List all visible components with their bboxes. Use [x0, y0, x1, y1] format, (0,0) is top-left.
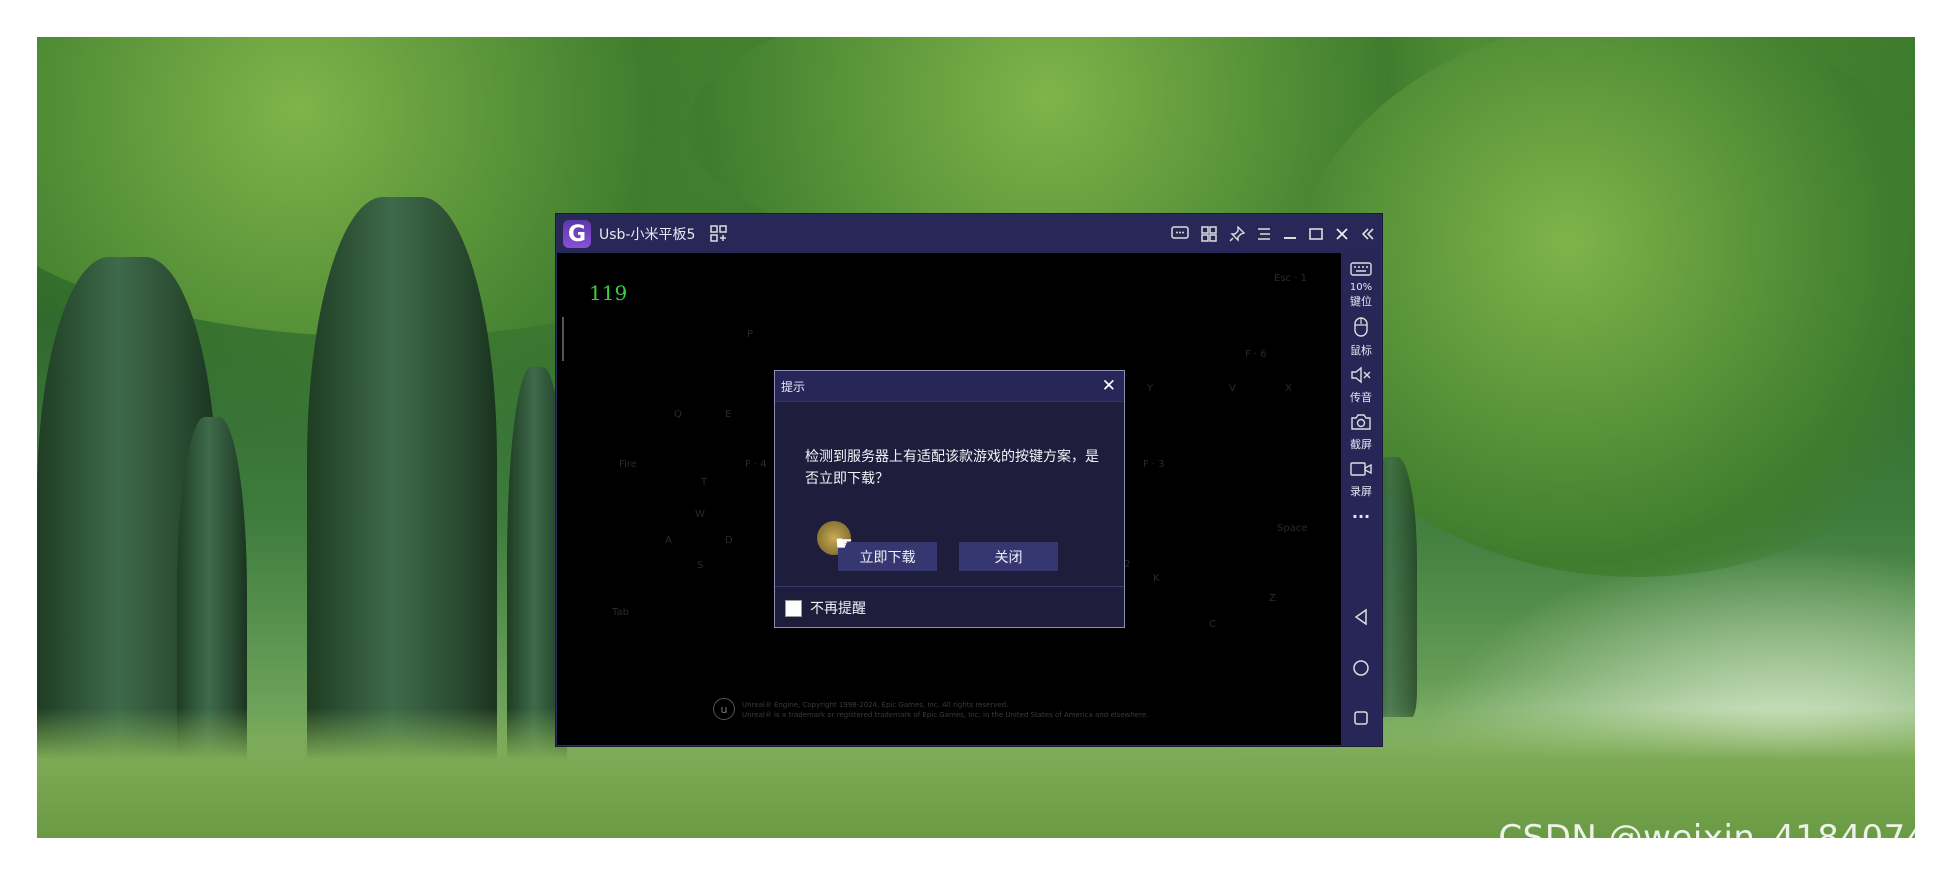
key-hint: K [1153, 573, 1160, 584]
nav-back-button[interactable] [1353, 608, 1369, 631]
key-hint: V [1229, 383, 1236, 394]
key-hint: D [725, 535, 733, 546]
key-hint: X [1285, 383, 1292, 394]
copyright-text: Unreal® Engine, Copyright 1998-2024, Epi… [742, 700, 1148, 720]
mouse-button[interactable]: 鼠标 [1350, 317, 1372, 358]
maximize-icon[interactable] [1309, 227, 1323, 241]
recents-icon [1353, 710, 1369, 731]
key-hint: E [725, 409, 732, 420]
dialog-close-icon[interactable]: ✕ [1102, 376, 1116, 396]
key-hint: Z [1269, 593, 1276, 604]
more-button[interactable]: ··· [1352, 507, 1370, 526]
copyright-line: Unreal® Engine, Copyright 1998-2024, Epi… [742, 701, 1009, 709]
home-icon [1352, 659, 1370, 682]
dont-remind-label: 不再提醒 [810, 601, 866, 617]
dont-remind-option[interactable]: 不再提醒 [785, 598, 866, 618]
nav-home-button[interactable] [1352, 659, 1370, 682]
more-icon: ··· [1351, 507, 1371, 526]
hand-cursor-icon: ☛ [835, 531, 853, 555]
key-hint: F · 4 [745, 459, 767, 470]
emulator-sidebar: 10% 键位 鼠标 传音 截屏 录屏 ··· [1341, 253, 1381, 745]
nav-recents-button[interactable] [1353, 710, 1369, 731]
back-icon [1353, 608, 1369, 631]
key-hint: Esc · 1 [1274, 273, 1307, 284]
unreal-engine-logo: u [713, 698, 735, 720]
sound-button[interactable]: 传音 [1350, 366, 1372, 405]
dialog-title: 提示 [781, 379, 806, 394]
collapse-icon[interactable] [1361, 227, 1375, 241]
grid-icon[interactable] [1201, 226, 1217, 242]
fps-counter: 119 [589, 281, 628, 305]
close-icon[interactable] [1335, 227, 1349, 241]
close-button[interactable]: 关闭 [959, 542, 1058, 571]
record-button[interactable]: 录屏 [1350, 460, 1372, 499]
window-title: Usb-小米平板5 [599, 227, 696, 243]
minimize-icon[interactable] [1283, 227, 1297, 241]
dialog-divider [775, 586, 1124, 587]
key-hint: Fire [619, 459, 637, 470]
chat-icon[interactable] [1171, 226, 1189, 242]
multi-window-icon[interactable] [709, 224, 729, 244]
mouse-label: 鼠标 [1350, 344, 1372, 357]
mouse-icon [1353, 317, 1369, 342]
window-titlebar[interactable]: G Usb-小米平板5 [557, 215, 1381, 253]
key-hint: W [695, 509, 705, 520]
key-hint: Y [1147, 383, 1154, 394]
key-hint: S [697, 560, 704, 571]
key-hint: C [1209, 619, 1216, 630]
key-hint: Tab [612, 607, 629, 618]
keymap-percent: 10% [1349, 282, 1373, 293]
dont-remind-checkbox[interactable] [785, 599, 802, 617]
copyright-line: Unreal® is a trademark or registered tra… [742, 711, 1149, 719]
dialog-titlebar: 提示 ✕ [775, 371, 1124, 402]
sound-label: 传音 [1350, 391, 1372, 404]
keymap-button[interactable]: 10% 键位 [1350, 261, 1372, 309]
screenshot-button[interactable]: 截屏 [1350, 413, 1372, 452]
screenshot-label: 截屏 [1350, 438, 1372, 451]
dialog-message: 检测到服务器上有适配该款游戏的按键方案，是否立即下载？ [805, 449, 1099, 487]
text-cursor [562, 317, 564, 361]
prompt-dialog: 提示 ✕ 检测到服务器上有适配该款游戏的按键方案，是否立即下载？ 立即下载 ☛ … [774, 370, 1125, 628]
menu-icon[interactable] [1257, 227, 1271, 241]
app-logo: G [563, 220, 591, 248]
key-hint: Space [1277, 523, 1308, 534]
key-hint: T [701, 477, 708, 488]
key-hint: A [665, 535, 672, 546]
watermark: CSDN @weixin_41840741 [1498, 818, 1950, 858]
key-hint: F · 6 [1245, 349, 1267, 360]
keyboard-icon [1350, 261, 1372, 282]
record-label: 录屏 [1350, 485, 1372, 498]
key-hint: Q [674, 409, 682, 420]
pin-icon[interactable] [1229, 226, 1245, 242]
camera-icon [1350, 413, 1372, 436]
video-record-icon [1350, 460, 1372, 483]
speaker-muted-icon [1350, 366, 1372, 389]
key-hint: F · 3 [1143, 459, 1165, 470]
keymap-label: 键位 [1349, 295, 1372, 308]
key-hint: P [747, 329, 754, 340]
